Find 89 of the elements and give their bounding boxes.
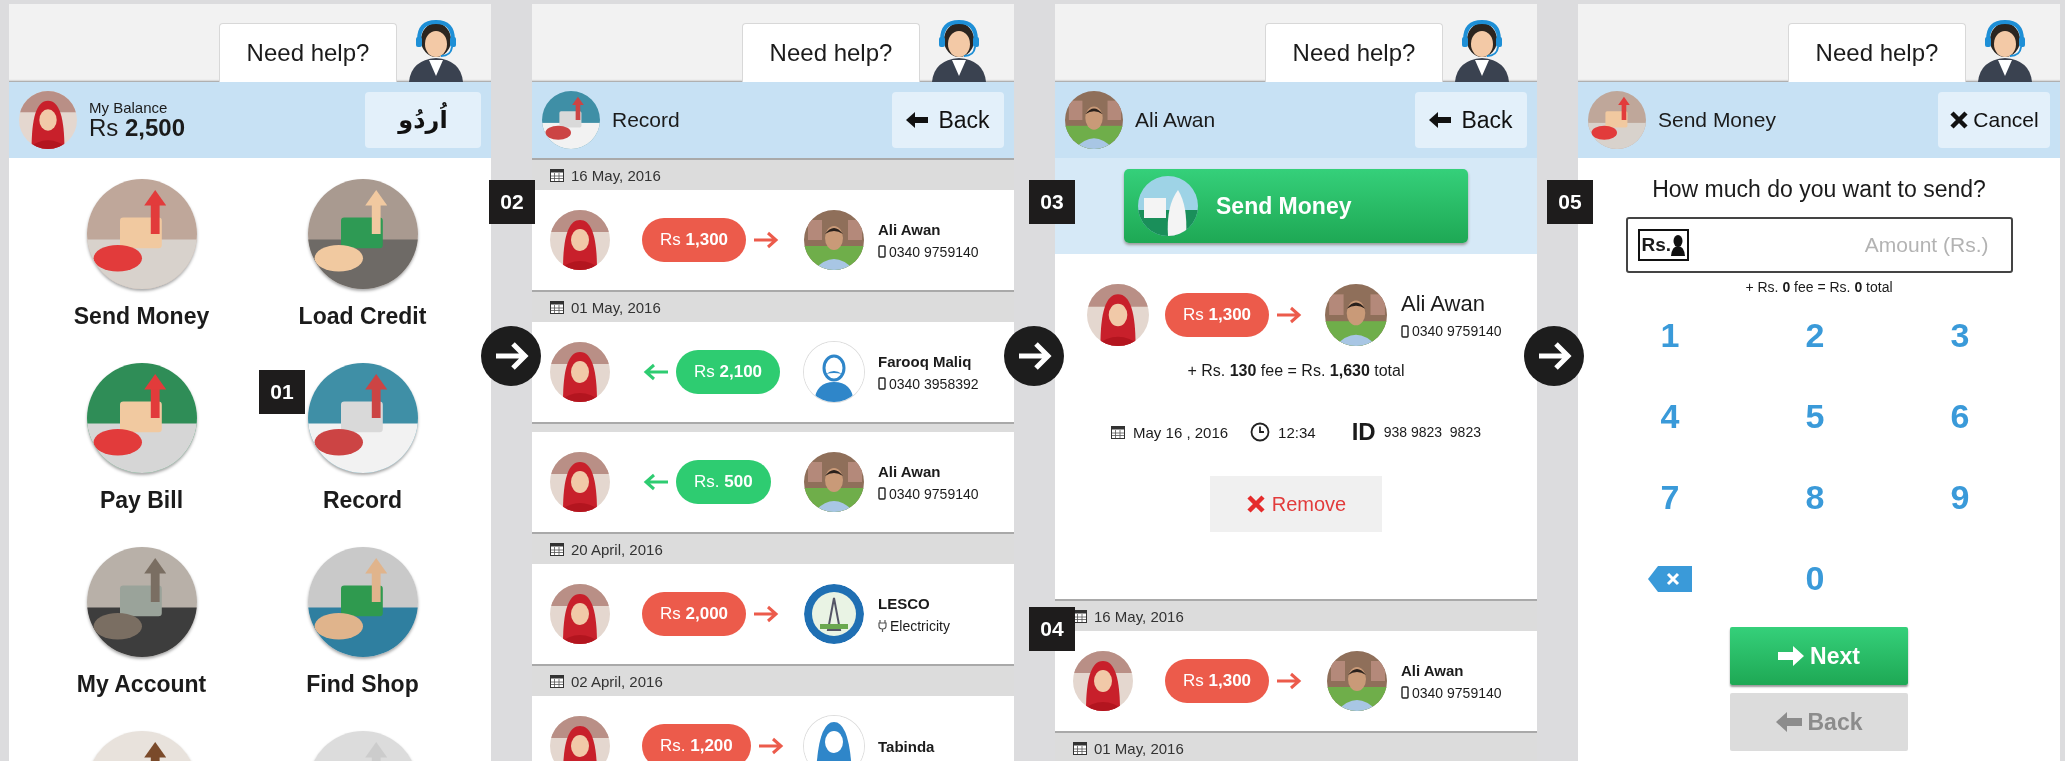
phone-icon — [878, 487, 886, 500]
step-badge: 03 — [1029, 180, 1075, 224]
back-arrow-icon — [1775, 712, 1802, 732]
balance-amount: Rs 2,500 — [89, 115, 186, 141]
amount-pill: Rs. 1,200 — [642, 724, 751, 761]
date-label: 16 May, 2016 — [1094, 607, 1184, 625]
arrow-icon — [642, 472, 670, 492]
back-button[interactable]: Back — [892, 92, 1004, 148]
step-badge: 05 — [1547, 180, 1593, 224]
transaction-id: 938 9823 9823 — [1383, 424, 1481, 440]
language-button[interactable]: اُردُو — [365, 92, 481, 148]
step-badge: 01 — [259, 370, 305, 414]
contact-name: Ali Awan — [1401, 291, 1486, 317]
back-arrow-icon — [1429, 112, 1452, 128]
tile-label[interactable]: Find Shop — [306, 669, 419, 699]
contact-name: Ali Awan — [1401, 661, 1465, 679]
calendar-icon — [550, 300, 564, 314]
amount-pill: Rs 2,000 — [642, 592, 747, 636]
phone-icon — [1401, 686, 1409, 699]
tile-label[interactable]: Send Money — [73, 301, 210, 331]
fee-summary: + Rs. 130 fee = Rs. 1,630 total — [1187, 362, 1405, 380]
contact-detail: 0340 9759140 — [889, 243, 979, 260]
close-icon — [1949, 110, 1970, 130]
fee-summary: + Rs. 0 fee = Rs. 0 total — [1745, 279, 1893, 295]
date-label: 01 May, 2016 — [571, 298, 661, 316]
forward-arrow-icon — [1778, 646, 1805, 666]
id-label: ID — [1351, 418, 1376, 446]
calendar-icon — [1111, 425, 1126, 439]
help-bubble[interactable]: Need help? — [1788, 23, 1966, 82]
question-text: How much do you want to send? — [1652, 176, 1986, 203]
amount-pill: Rs. 500 — [676, 460, 771, 504]
transaction-time: 12:34 — [1278, 423, 1316, 441]
help-bubble[interactable]: Need help? — [742, 23, 920, 82]
calendar-icon — [550, 168, 564, 182]
date-label: 16 May, 2016 — [571, 166, 661, 184]
contact-detail: 0340 9759140 — [889, 485, 979, 502]
amount-pill: Rs 1,300 — [1165, 293, 1270, 337]
arrow-icon — [642, 362, 670, 382]
tile-label[interactable]: My Account — [76, 669, 207, 699]
back-button[interactable]: Back — [1415, 92, 1527, 148]
date-label: 20 April, 2016 — [571, 540, 663, 558]
contact-detail: 0340 9759140 — [1412, 684, 1502, 701]
plug-icon — [878, 618, 887, 633]
balance-label: My Balance — [89, 99, 169, 116]
phone-icon — [878, 377, 886, 390]
help-bubble[interactable]: Need help? — [1265, 23, 1443, 82]
backspace-icon — [1648, 565, 1692, 592]
contact-name: Ali Awan — [878, 462, 942, 480]
calendar-icon — [550, 542, 564, 556]
arrow-icon — [1275, 671, 1304, 691]
arrow-icon — [752, 604, 781, 624]
contact-name: Farooq Maliq — [878, 352, 973, 370]
person-icon — [804, 342, 864, 402]
contact-name: LESCO — [878, 594, 931, 612]
tile-label[interactable]: Pay Bill — [99, 485, 184, 515]
help-bubble[interactable]: Need help? — [219, 23, 397, 82]
arrow-icon — [1275, 305, 1304, 325]
back-arrow-icon — [906, 112, 929, 128]
contact-detail: 0340 9759140 — [1412, 323, 1502, 339]
screen-title: Ali Awan — [1135, 108, 1216, 132]
contact-name: Ali Awan — [878, 220, 942, 238]
amount-pill: Rs 1,300 — [642, 218, 747, 262]
contact-name: Tabinda — [878, 737, 935, 755]
amount-pill: Rs 2,100 — [676, 350, 781, 394]
step-badge: 04 — [1029, 607, 1075, 651]
close-icon — [1245, 494, 1266, 514]
screen-title: Record — [612, 108, 680, 132]
tile-label[interactable]: Record — [322, 485, 403, 515]
phone-icon — [1401, 324, 1409, 338]
person-icon — [1671, 234, 1686, 256]
phone-icon — [878, 245, 886, 258]
amount-pill: Rs 1,300 — [1165, 659, 1270, 703]
contact-detail: Electricity — [890, 617, 950, 634]
clock-icon — [1250, 422, 1271, 442]
step-badge: 02 — [489, 180, 535, 224]
screen-title: Send Money — [1658, 108, 1776, 132]
remove-button[interactable]: Remove — [1210, 476, 1382, 532]
arrow-icon — [756, 736, 785, 756]
calendar-icon — [1073, 741, 1087, 755]
contact-detail: 0340 3958392 — [889, 375, 979, 392]
calendar-icon — [550, 674, 564, 688]
arrow-icon — [752, 230, 781, 250]
emblem-icon — [804, 584, 864, 644]
cancel-button[interactable]: Cancel — [1938, 92, 2050, 148]
date-label: 01 May, 2016 — [1094, 739, 1184, 757]
tile-label[interactable]: Load Credit — [298, 301, 427, 331]
date-label: 02 April, 2016 — [571, 672, 663, 690]
transaction-date: May 16 , 2016 — [1133, 423, 1229, 441]
currency-label: Rs. — [1637, 229, 1690, 261]
